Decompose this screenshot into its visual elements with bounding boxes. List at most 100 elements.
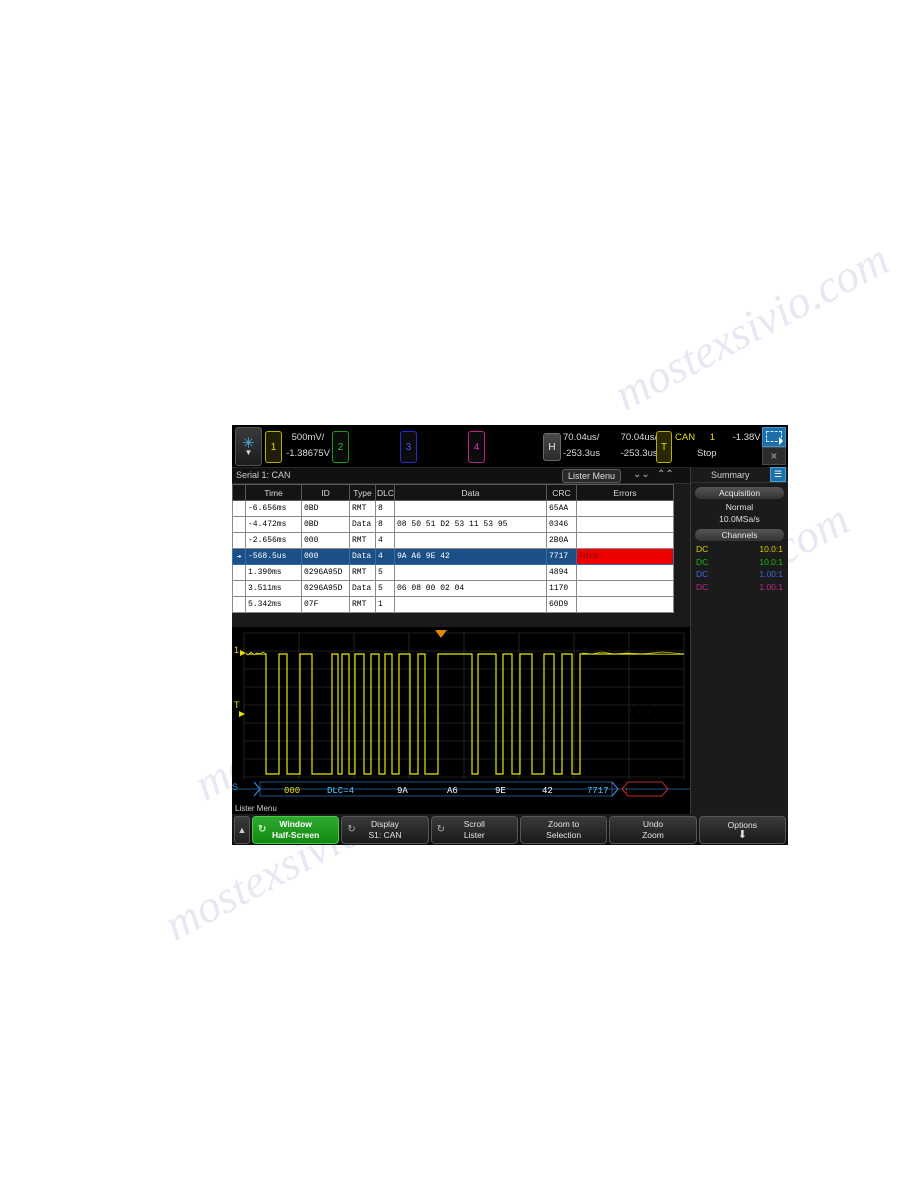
channel-1-offset: -1.38675V	[286, 448, 330, 459]
watermark-text: mostexsivio.com	[605, 232, 898, 421]
col-errors: Errors	[576, 484, 674, 501]
col-dlc: DLC	[375, 484, 395, 501]
channel-2-button[interactable]: 2	[332, 431, 349, 463]
summary-header: Summary ☰	[691, 467, 788, 483]
softkey-label-line2: Selection	[546, 829, 582, 840]
cell-time: -6.656ms	[245, 500, 302, 517]
table-row[interactable]: -2.656ms 000 RMT 4 2B0A	[232, 532, 674, 549]
cell-data	[394, 596, 547, 613]
col-type: Type	[349, 484, 376, 501]
cell-time: -4.472ms	[245, 516, 302, 533]
row-marker	[232, 596, 246, 613]
cell-time: 5.342ms	[245, 596, 302, 613]
svg-text:1: 1	[234, 645, 239, 655]
lister-menu-button[interactable]: Lister Menu	[562, 469, 622, 483]
softkey-bar: ▲ ↻ Window Half-Screen ↻ Display S1: CAN ↻ Scro…	[232, 814, 788, 845]
snowflake-icon: ✳	[242, 434, 255, 452]
cell-dlc: 8	[375, 516, 395, 533]
softkey-label-line1: Scroll	[463, 818, 485, 829]
decode-segment: 000	[284, 786, 300, 796]
channel-1-settings: 500mV/ -1.38675V	[284, 430, 332, 462]
lister-table: Time ID Type DLC Data CRC Errors -6.656m…	[232, 484, 674, 613]
softkey-zoom-to[interactable]: Zoom to Selection	[519, 815, 608, 844]
table-row[interactable]: -6.656ms 0BD RMT 8 65AA	[232, 500, 674, 517]
row-marker	[232, 532, 246, 549]
cell-errors	[576, 564, 674, 581]
channel-summary-list: DC 10.0:1 DC 10.0:1 DC 1.00:1 DC 1.00:1	[691, 543, 788, 593]
cell-crc: 2B0A	[546, 532, 577, 549]
softkey-label-line1: Undo	[642, 818, 664, 829]
selection-rectangle-icon[interactable]	[762, 427, 786, 447]
softkey-display[interactable]: ↻ Display S1: CAN	[341, 815, 429, 844]
channel-coupling: DC	[696, 556, 709, 567]
acquisition-rate: 10.0MSa/s	[719, 514, 760, 524]
table-row[interactable]: 5.342ms 07F RMT 1 60D9	[232, 596, 674, 613]
cell-crc: 65AA	[546, 500, 577, 517]
table-row[interactable]: ➔ -568.5us 000 Data 4 9A A6 9E 42 7717 Form	[232, 548, 674, 565]
row-marker	[232, 500, 246, 517]
rotary-knob-icon: ↻	[258, 823, 267, 835]
decode-segment: 42	[542, 786, 553, 796]
cell-dlc: 5	[375, 580, 395, 597]
oscilloscope-screen: ✳ ▼ 1 500mV/ -1.38675V 2 3 4 H 70.04us/ …	[232, 425, 788, 845]
cell-type: RMT	[349, 564, 376, 581]
rotary-knob-icon: ↻	[347, 823, 356, 835]
table-row[interactable]: -4.472ms 0BD Data 8 08 50 51 D2 53 11 53 95 0…	[232, 516, 674, 533]
top-right-buttons: ⩙	[762, 427, 786, 465]
double-chevron-up-icon[interactable]: ⌃⌃	[657, 469, 674, 481]
cell-type: Data	[349, 580, 376, 597]
horizontal-button[interactable]: H	[543, 433, 561, 461]
cell-dlc: 4	[375, 548, 395, 565]
cell-dlc: 1	[375, 596, 395, 613]
softkey-label-line2: Half-Screen	[272, 829, 320, 840]
col-time: Time	[245, 484, 302, 501]
cell-id: 000	[301, 548, 350, 565]
col-crc: CRC	[546, 484, 577, 501]
svg-text:T: T	[234, 700, 240, 710]
cell-crc: 0346	[546, 516, 577, 533]
cell-time: 1.390ms	[245, 564, 302, 581]
run-state: Stop	[697, 448, 717, 459]
waveform-icon[interactable]: ⩙	[762, 447, 786, 465]
double-chevron-down-icon[interactable]: ⌄⌄	[633, 469, 650, 481]
channel-1-scale: 500mV/	[291, 432, 325, 443]
row-marker: ➔	[232, 548, 246, 565]
softkey-options[interactable]: Options ⬇	[698, 815, 786, 844]
channel-1-button[interactable]: 1	[265, 431, 282, 463]
decode-segment: DLC=4	[327, 786, 354, 796]
channel-3-button[interactable]: 3	[400, 431, 417, 463]
row-marker	[232, 516, 246, 533]
decode-segment: 9E	[495, 786, 506, 796]
cell-id: 07F	[301, 596, 350, 613]
status-bar: ✳ ▼ 1 500mV/ -1.38675V 2 3 4 H 70.04us/ …	[232, 425, 788, 468]
table-row[interactable]: 1.390ms 0296A95D RMT 5 4894	[232, 564, 674, 581]
cell-time: 3.511ms	[245, 580, 302, 597]
menu-back-button[interactable]: ▲	[234, 815, 250, 844]
list-panel-icon[interactable]: ☰	[770, 467, 786, 482]
trigger-settings: CAN 1 -1.38V Stop	[675, 430, 761, 462]
channel-coupling: DC	[696, 581, 709, 592]
cell-data	[394, 532, 547, 549]
trigger-button[interactable]: T	[656, 431, 672, 463]
softkey-scroll[interactable]: ↻ Scroll Lister	[430, 815, 518, 844]
lister-title: Serial 1: CAN	[236, 470, 291, 480]
cell-dlc: 4	[375, 532, 395, 549]
menu-logo-button[interactable]: ✳ ▼	[235, 427, 262, 466]
cell-id: 0BD	[301, 500, 350, 517]
channel-4-button[interactable]: 4	[468, 431, 485, 463]
cell-dlc: 8	[375, 500, 395, 517]
trigger-level: -1.38V	[732, 432, 761, 443]
trigger-source: 1	[709, 432, 715, 443]
cell-id: 0296A95D	[301, 580, 350, 597]
channel-coupling: DC	[696, 569, 709, 579]
table-row[interactable]: 3.511ms 0296A95D Data 5 06 08 00 02 04 1170	[232, 580, 674, 597]
softkey-window[interactable]: ↻ Window Half-Screen	[252, 815, 340, 844]
cell-id: 000	[301, 532, 350, 549]
cell-crc: 60D9	[546, 596, 577, 613]
cell-id: 0BD	[301, 516, 350, 533]
table-header-row: Time ID Type DLC Data CRC Errors	[232, 484, 674, 501]
cell-time: -2.656ms	[245, 532, 302, 549]
softkey-undo[interactable]: Undo Zoom	[609, 815, 697, 844]
channel-probe-ratio: 10.0:1	[759, 544, 783, 554]
softkey-label-line1: Window	[279, 818, 312, 829]
